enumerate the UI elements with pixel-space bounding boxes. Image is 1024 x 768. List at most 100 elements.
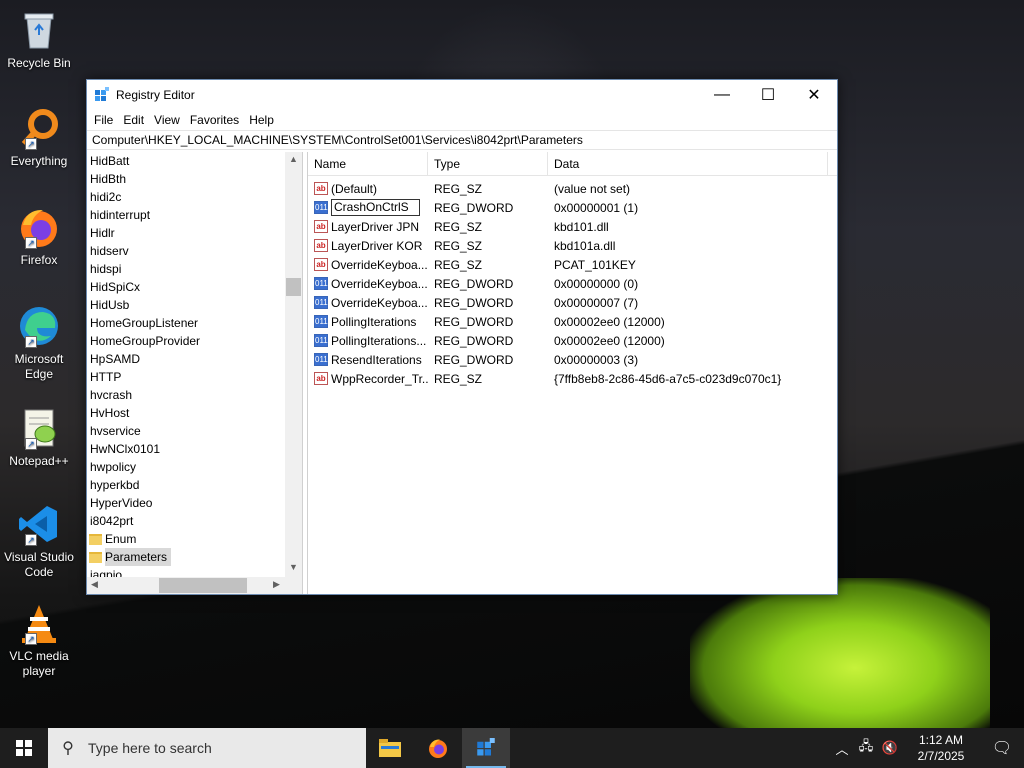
menu-bar: File Edit View Favorites Help (87, 110, 837, 130)
windows-logo-icon (16, 740, 32, 756)
value-data: 0x00000003 (3) (554, 352, 639, 367)
tree-item[interactable]: HwNClx0101 (87, 440, 302, 458)
column-data[interactable]: Data (548, 151, 828, 176)
values-header: Name Type Data (308, 151, 837, 176)
tree-item[interactable]: hvcrash (87, 386, 302, 404)
scroll-right-icon[interactable]: ▶ (273, 579, 280, 590)
value-row[interactable]: 011 ResendIterations REG_DWORD 0x00000003 (… (308, 350, 837, 369)
value-name-cell: ab LayerDriver JPN (308, 220, 428, 234)
network-icon[interactable]: 🖧 (854, 737, 878, 759)
scroll-up-icon[interactable]: ▲ (285, 154, 302, 164)
value-type: REG_SZ (434, 238, 483, 253)
value-type: REG_DWORD (434, 314, 514, 329)
shortcut-arrow-icon: ↗ (25, 138, 37, 150)
tree-item[interactable]: HvHost (87, 404, 302, 422)
value-row[interactable]: 011 CrashOnCtrlS REG_DWORD 0x00000001 (1) (308, 198, 837, 217)
value-row[interactable]: 011 PollingIterations... REG_DWORD 0x00002e… (308, 331, 837, 350)
rename-input[interactable]: CrashOnCtrlS (331, 199, 420, 216)
value-row[interactable]: ab LayerDriver KOR REG_SZ kbd101a.dll (308, 236, 837, 255)
value-type: REG_DWORD (434, 333, 514, 348)
taskbar-clock[interactable]: 1:12 AM 2/7/2025 (902, 732, 980, 764)
scroll-left-icon[interactable]: ◀ (91, 579, 98, 590)
value-data: 0x00002ee0 (12000) (554, 314, 665, 329)
dword-value-icon: 011 (314, 353, 328, 366)
tree-scroll-thumb[interactable] (286, 278, 301, 296)
title-bar[interactable]: Registry Editor — ☐ ✕ (87, 80, 837, 110)
desktop-icon-recycle-bin[interactable]: Recycle Bin (4, 8, 74, 71)
tree-item[interactable]: i8042prt (87, 512, 302, 530)
volume-muted-icon[interactable]: 🔇 (878, 740, 902, 756)
tree-item[interactable]: hidspi (87, 260, 302, 278)
tree-item[interactable]: HomeGroupListener (87, 314, 302, 332)
taskbar-file-explorer[interactable] (366, 728, 414, 768)
menu-favorites[interactable]: Favorites (185, 113, 244, 127)
column-type[interactable]: Type (428, 151, 548, 176)
tree-item[interactable]: HTTP (87, 368, 302, 386)
search-placeholder: Type here to search (88, 740, 212, 756)
address-bar[interactable]: Computer\HKEY_LOCAL_MACHINE\SYSTEM\Contr… (87, 130, 837, 150)
value-row[interactable]: ab OverrideKeyboa... REG_SZ PCAT_101KEY (308, 255, 837, 274)
value-name-cell: 011 OverrideKeyboa... (308, 277, 428, 291)
tree-item[interactable]: HpSAMD (87, 350, 302, 368)
chevron-up-icon[interactable]: ︿ (830, 739, 854, 758)
value-name-cell: 011 PollingIterations (308, 315, 428, 329)
tree-hscroll-thumb[interactable] (159, 578, 247, 593)
value-row[interactable]: 011 OverrideKeyboa... REG_DWORD 0x00000007 … (308, 293, 837, 312)
tree-horizontal-scrollbar[interactable]: ◀ ▶ (87, 577, 302, 594)
desktop-icon-notepad-plus-plus[interactable]: ↗ Notepad++ (4, 406, 74, 469)
tree-vertical-scrollbar[interactable]: ▲ ▼ (285, 152, 302, 580)
taskbar-search-box[interactable]: ⚲ Type here to search (48, 728, 366, 768)
value-row[interactable]: ab (Default) REG_SZ (value not set) (308, 179, 837, 198)
tree-item[interactable]: hidinterrupt (87, 206, 302, 224)
taskbar-firefox[interactable] (414, 728, 462, 768)
scroll-down-icon[interactable]: ▼ (285, 562, 302, 572)
tree-item[interactable]: Hidlr (87, 224, 302, 242)
value-data: (value not set) (554, 181, 631, 196)
menu-edit[interactable]: Edit (118, 113, 149, 127)
value-row[interactable]: 011 PollingIterations REG_DWORD 0x00002ee0 … (308, 312, 837, 331)
desktop-icon-edge[interactable]: ↗ Microsoft Edge (4, 304, 74, 382)
tree-item[interactable]: hyperkbd (87, 476, 302, 494)
maximize-button[interactable]: ☐ (745, 80, 791, 110)
clock-time: 1:12 AM (918, 733, 964, 747)
tree-child-item[interactable]: Enum (87, 530, 302, 548)
tree-item[interactable]: hwpolicy (87, 458, 302, 476)
start-button[interactable] (0, 728, 48, 768)
desktop-icon-vscode[interactable]: ↗ Visual Studio Code (4, 502, 74, 580)
tree-item[interactable]: HyperVideo (87, 494, 302, 512)
value-row[interactable]: 011 OverrideKeyboa... REG_DWORD 0x00000000 … (308, 274, 837, 293)
value-row[interactable]: ab LayerDriver JPN REG_SZ kbd101.dll (308, 217, 837, 236)
desktop-icon-everything[interactable]: ↗ Everything (4, 106, 74, 169)
tree-item[interactable]: HidBatt (87, 152, 302, 170)
value-data: 0x00002ee0 (12000) (554, 333, 665, 348)
tree-item[interactable]: hidi2c (87, 188, 302, 206)
tree-item[interactable]: HidBth (87, 170, 302, 188)
dword-value-icon: 011 (314, 201, 328, 214)
value-name: LayerDriver JPN (331, 219, 420, 234)
tree-item[interactable]: HidSpiCx (87, 278, 302, 296)
notepad-plus-plus-icon: ↗ (17, 406, 61, 450)
desktop-icon-label: Recycle Bin (7, 56, 71, 70)
tree-item[interactable]: hvservice (87, 422, 302, 440)
menu-help[interactable]: Help (244, 113, 279, 127)
clock-date: 2/7/2025 (917, 749, 965, 763)
taskbar-registry-editor[interactable] (462, 728, 510, 768)
shortcut-arrow-icon: ↗ (25, 438, 37, 450)
tree-item[interactable]: HidUsb (87, 296, 302, 314)
tree-item[interactable]: HomeGroupProvider (87, 332, 302, 350)
desktop-icon-vlc[interactable]: ↗ VLC media player (4, 601, 74, 679)
minimize-button[interactable]: — (699, 80, 745, 110)
folder-icon (89, 533, 102, 545)
tree-child-item[interactable]: Parameters (87, 548, 302, 566)
value-row[interactable]: ab WppRecorder_Tr... REG_SZ {7ffb8eb8-2c86-… (308, 369, 837, 388)
tree-item[interactable]: hidserv (87, 242, 302, 260)
panes: HidBatt HidBth hidi2c hidinterrupt Hidlr hids… (87, 151, 837, 594)
column-name[interactable]: Name (308, 151, 428, 176)
close-button[interactable]: ✕ (791, 80, 837, 110)
menu-view[interactable]: View (149, 113, 185, 127)
menu-file[interactable]: File (89, 113, 118, 127)
desktop-icon-firefox[interactable]: ↗ Firefox (4, 205, 74, 268)
notifications-icon[interactable]: 🗨 (980, 738, 1024, 758)
value-name: LayerDriver KOR (331, 238, 423, 253)
value-data: 0x00000000 (0) (554, 276, 639, 291)
